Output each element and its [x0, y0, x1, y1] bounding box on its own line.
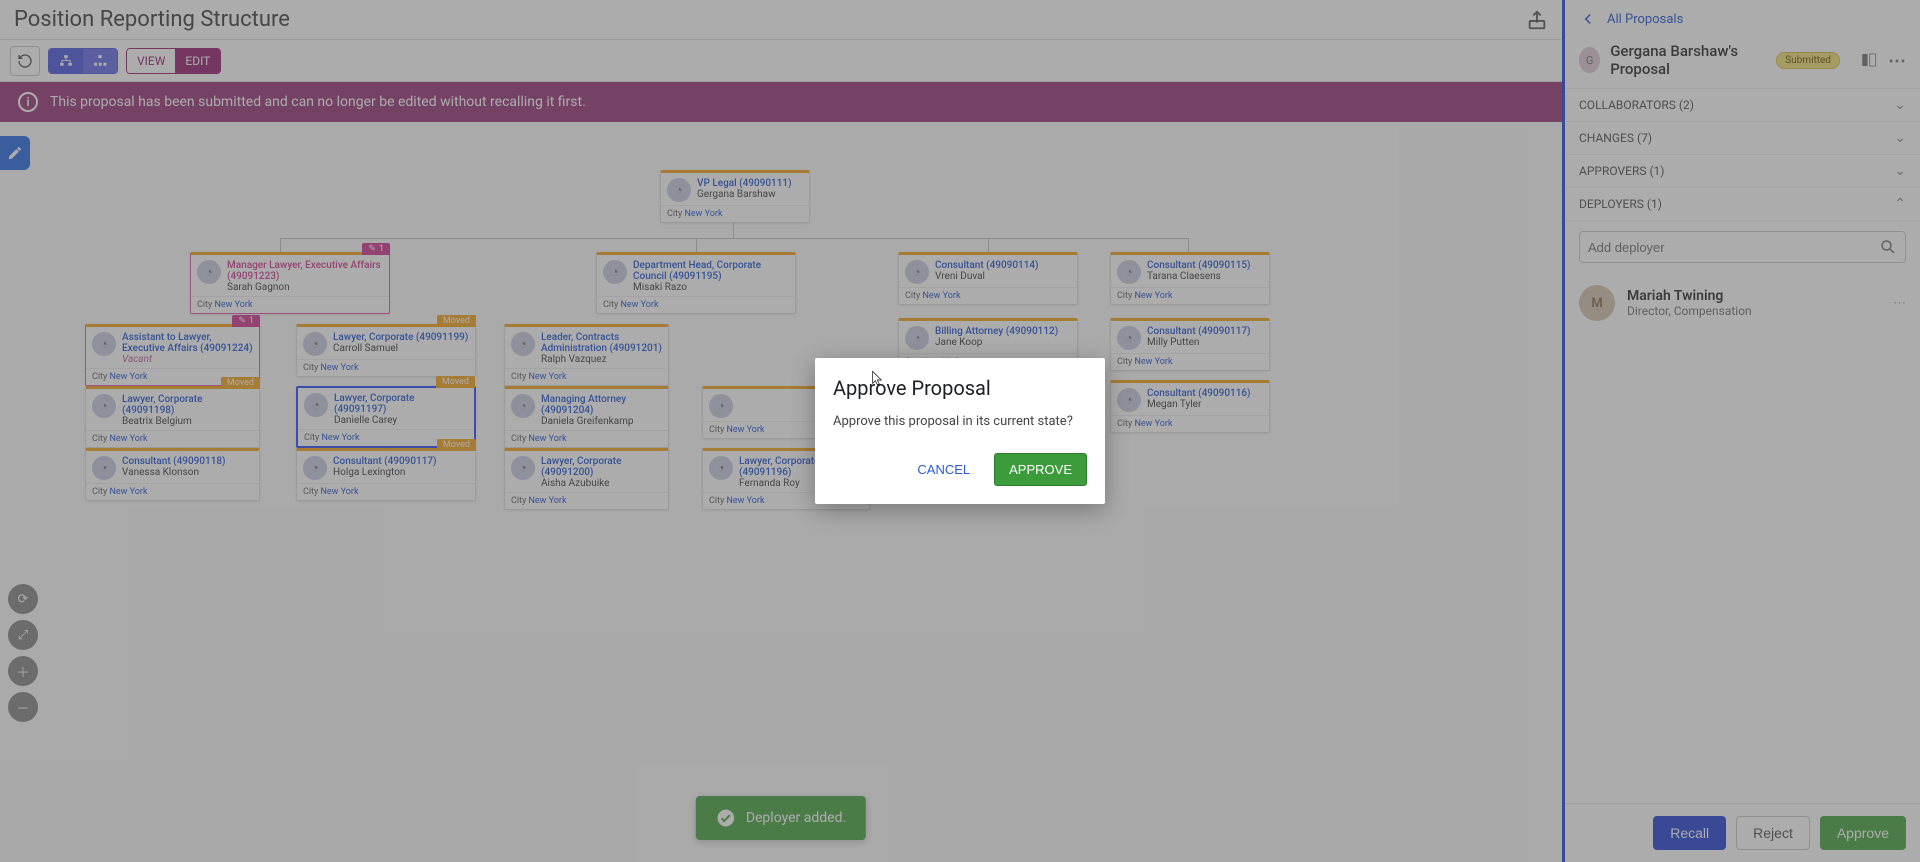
- modal-cancel-button[interactable]: CANCEL: [903, 453, 984, 486]
- approve-proposal-modal: Approve Proposal Approve this proposal i…: [815, 358, 1105, 504]
- modal-overlay[interactable]: Approve Proposal Approve this proposal i…: [0, 0, 1920, 862]
- modal-approve-button[interactable]: APPROVE: [994, 453, 1087, 486]
- modal-body: Approve this proposal in its current sta…: [833, 414, 1087, 429]
- modal-title: Approve Proposal: [833, 376, 1087, 400]
